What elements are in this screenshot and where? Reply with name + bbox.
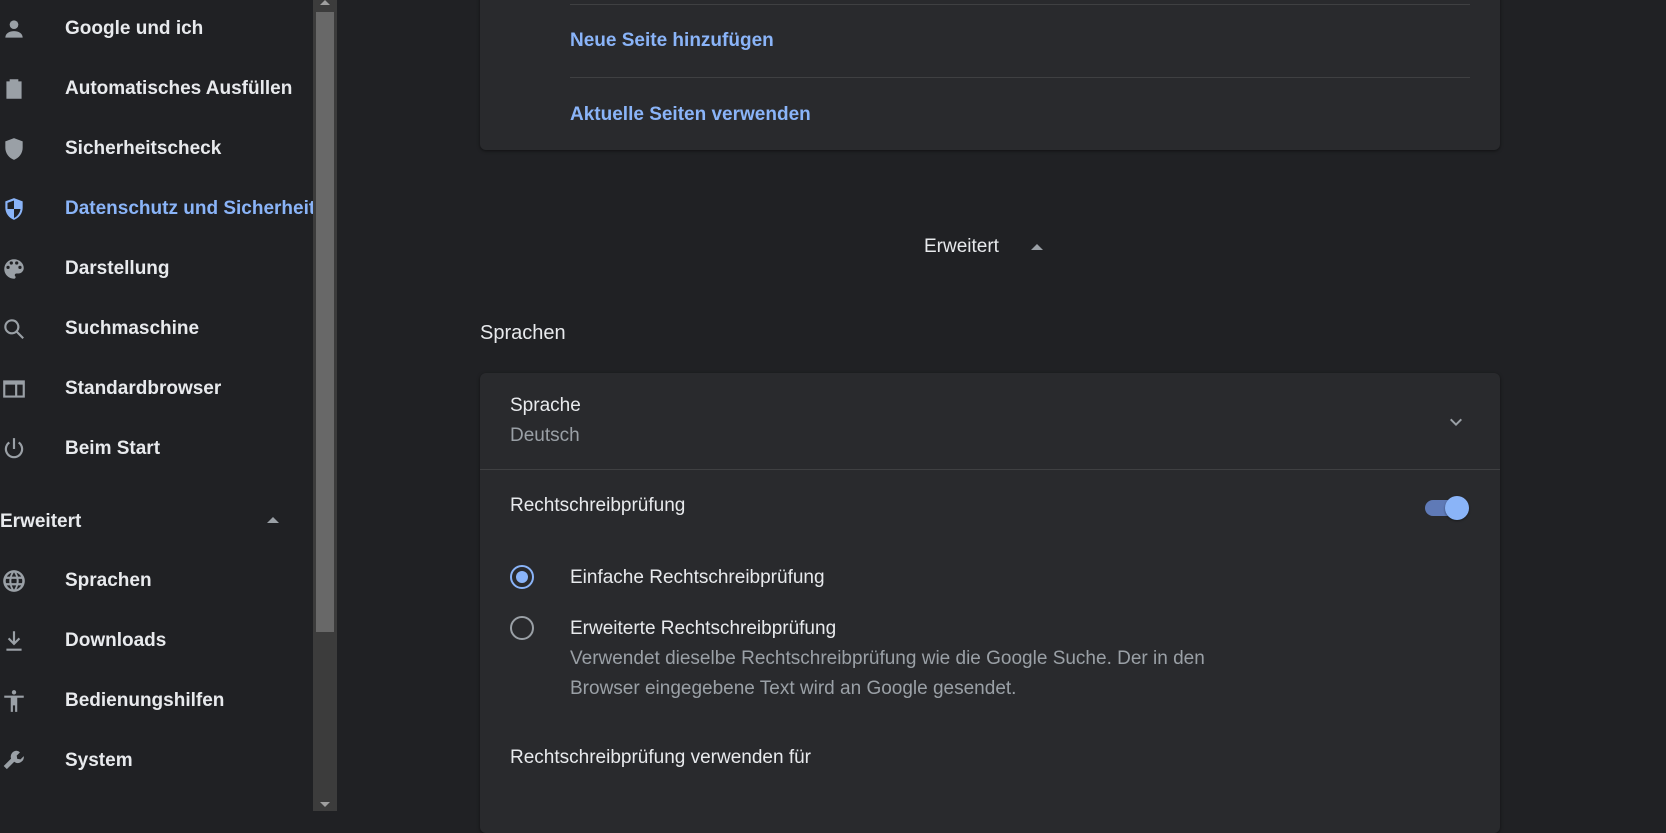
enhanced-spellcheck-description: Verwendet dieselbe Rechtschreibprüfung w…	[570, 648, 1205, 669]
enhanced-spellcheck-description: Browser eingegebene Text wird an Google …	[570, 678, 1017, 699]
sidebar-item-label: Sicherheitscheck	[65, 138, 222, 159]
wrench-icon	[0, 747, 28, 775]
sidebar-item-label: Sprachen	[65, 570, 152, 591]
divider	[570, 4, 1470, 5]
caret-up-icon	[267, 517, 279, 523]
sidebar-scrollbar[interactable]	[313, 0, 337, 811]
search-icon	[0, 315, 28, 343]
divider	[570, 77, 1470, 78]
sidebar-item-languages[interactable]: Sprachen	[0, 553, 313, 609]
sidebar-item-label: Google und ich	[65, 18, 204, 39]
sidebar-item-accessibility[interactable]: Bedienungshilfen	[0, 673, 313, 729]
power-icon	[0, 435, 28, 463]
divider	[480, 469, 1500, 470]
person-icon	[0, 15, 28, 43]
scroll-down-arrow-icon[interactable]	[320, 802, 330, 807]
sidebar-item-label: Downloads	[65, 630, 167, 651]
enhanced-spellcheck-label: Erweiterte Rechtschreibprüfung	[570, 618, 837, 639]
sidebar-item-label: Datenschutz und Sicherheit	[65, 198, 316, 219]
language-value: Deutsch	[510, 425, 580, 446]
clipboard-icon	[0, 75, 28, 103]
sidebar-item-label: System	[65, 750, 133, 771]
sidebar-advanced-label: Erweitert	[0, 511, 82, 532]
sidebar-item-label: Automatisches Ausfüllen	[65, 78, 293, 99]
sidebar-item-autofill[interactable]: Automatisches Ausfüllen	[0, 61, 313, 117]
toggle-knob	[1445, 496, 1469, 520]
spellcheck-use-for-label: Rechtschreibprüfung verwenden für	[510, 747, 812, 768]
sidebar-item-system[interactable]: System	[0, 733, 313, 789]
sidebar-item-appearance[interactable]: Darstellung	[0, 241, 313, 297]
enhanced-spellcheck-radio[interactable]	[510, 616, 534, 640]
sidebar-item-label: Beim Start	[65, 438, 161, 459]
sidebar-item-label: Bedienungshilfen	[65, 690, 225, 711]
sidebar-item-label: Darstellung	[65, 258, 170, 279]
shield-half-icon	[0, 195, 28, 223]
scroll-up-arrow-icon[interactable]	[320, 0, 330, 5]
accessibility-icon	[0, 687, 28, 715]
basic-spellcheck-radio[interactable]	[510, 565, 534, 589]
download-icon	[0, 627, 28, 655]
sidebar-item-downloads[interactable]: Downloads	[0, 613, 313, 669]
sidebar-item-google-und-ich[interactable]: Google und ich	[0, 1, 313, 57]
globe-icon	[0, 567, 28, 595]
use-current-pages-link[interactable]: Aktuelle Seiten verwenden	[570, 104, 811, 126]
browser-window-icon	[0, 375, 28, 403]
advanced-toggle-label: Erweitert	[924, 236, 999, 257]
languages-section-title: Sprachen	[480, 322, 566, 344]
basic-spellcheck-label: Einfache Rechtschreibprüfung	[570, 567, 825, 588]
advanced-toggle-button[interactable]: Erweitert	[924, 234, 1043, 260]
sidebar-item-on-startup[interactable]: Beim Start	[0, 421, 313, 477]
caret-up-icon	[1030, 244, 1043, 250]
sidebar-item-safety-check[interactable]: Sicherheitscheck	[0, 121, 313, 177]
startup-pages-card	[480, 0, 1500, 150]
shield-check-icon	[0, 135, 28, 163]
add-new-page-link[interactable]: Neue Seite hinzufügen	[570, 30, 774, 52]
sidebar-item-label: Standardbrowser	[65, 378, 222, 399]
sidebar-item-label: Suchmaschine	[65, 318, 200, 339]
chevron-down-icon[interactable]	[1444, 410, 1468, 434]
sidebar-advanced-toggle[interactable]: Erweitert	[0, 500, 300, 544]
scrollbar-thumb[interactable]	[316, 12, 334, 632]
spellcheck-toggle[interactable]	[1423, 494, 1471, 520]
settings-sidebar: Google und ich Automatisches Ausfüllen S…	[0, 0, 316, 811]
language-label: Sprache	[510, 395, 581, 416]
spellcheck-label: Rechtschreibprüfung	[510, 495, 686, 516]
sidebar-item-default-browser[interactable]: Standardbrowser	[0, 361, 313, 417]
sidebar-item-search-engine[interactable]: Suchmaschine	[0, 301, 313, 357]
palette-icon	[0, 255, 28, 283]
sidebar-item-privacy[interactable]: Datenschutz und Sicherheit	[0, 181, 316, 237]
